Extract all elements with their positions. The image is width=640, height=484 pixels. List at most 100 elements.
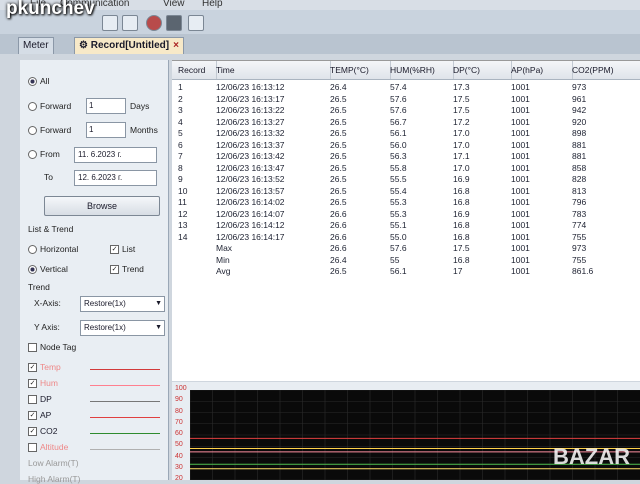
table-cell: 6 xyxy=(178,139,183,150)
radio-forward-days[interactable]: Forward xyxy=(28,101,72,112)
series-label: CO2 xyxy=(40,426,58,436)
y-tick-label: 30 xyxy=(175,463,183,471)
checkbox-node-tag[interactable]: Node Tag xyxy=(28,342,76,353)
menu-view[interactable]: View xyxy=(163,0,185,9)
table-cell: 1001 xyxy=(511,116,530,127)
y-tick-label: 50 xyxy=(175,441,183,449)
radio-all[interactable]: All xyxy=(28,76,49,87)
table-cell: 26.6 xyxy=(330,220,347,230)
settings-icon[interactable] xyxy=(188,15,204,31)
table-cell: Avg xyxy=(216,266,231,276)
table-cell: 755 xyxy=(572,254,587,265)
table-cell: 1001 xyxy=(511,139,530,150)
radio-forward-months[interactable]: Forward xyxy=(28,125,71,136)
series-label: Altitude xyxy=(40,442,69,452)
table-cell: 26.5 xyxy=(330,174,347,184)
column-header[interactable]: DP(°C) xyxy=(451,61,512,79)
table-cell: 1 xyxy=(178,82,183,92)
browse-button[interactable]: Browse xyxy=(44,196,160,216)
forward-months-stepper[interactable]: 1 xyxy=(86,122,126,138)
trend-chart: 100 90 80 70 60 50 40 30 20 BAZAR xyxy=(172,382,640,482)
table-cell: 17.5 xyxy=(453,93,470,104)
series-color-line xyxy=(90,433,160,434)
table-cell: 55.4 xyxy=(390,185,407,196)
save-icon[interactable] xyxy=(122,15,138,31)
tab-record[interactable]: ⚙ Record[Untitled] × xyxy=(74,37,184,54)
open-icon[interactable] xyxy=(102,15,118,31)
table-cell: 14 xyxy=(178,231,188,242)
table-cell: 783 xyxy=(572,208,587,219)
radio-icon xyxy=(28,150,37,160)
table-cell: 56.3 xyxy=(390,151,407,161)
table-cell: 1001 xyxy=(511,162,530,173)
tab-meter-label: Meter xyxy=(23,40,49,51)
series-row-ap[interactable]: AP xyxy=(28,410,160,425)
menu-help[interactable]: Help xyxy=(202,0,223,9)
radio-icon xyxy=(28,245,37,255)
table-cell: 26.5 xyxy=(330,116,347,127)
record-icon[interactable] xyxy=(146,15,162,31)
to-label: To xyxy=(44,172,53,182)
low-alarm-label: Low Alarm(T) xyxy=(28,458,79,468)
close-icon[interactable]: × xyxy=(173,40,179,51)
table-cell: 898 xyxy=(572,128,587,138)
stop-icon[interactable] xyxy=(166,15,182,31)
table-cell: 16.9 xyxy=(453,174,470,184)
table-cell: 12/06/23 16:13:17 xyxy=(216,93,285,104)
menu-bar: File Communication View Help xyxy=(0,0,640,10)
column-header[interactable]: TEMP(°C) xyxy=(328,61,391,79)
chevron-down-icon: ▼ xyxy=(155,324,162,331)
table-cell: 55 xyxy=(390,254,400,265)
table-cell: 26.6 xyxy=(330,243,347,253)
y-axis-label: Y Axis: xyxy=(34,322,60,332)
table-cell: 1001 xyxy=(511,82,530,92)
radio-from[interactable]: From xyxy=(28,149,60,160)
table-cell: 16.8 xyxy=(453,197,470,207)
table-cell: 858 xyxy=(572,162,587,173)
column-header[interactable]: Time xyxy=(214,61,331,79)
table-cell: 774 xyxy=(572,220,587,230)
column-header[interactable]: AP(hPa) xyxy=(509,61,573,79)
table-cell: 55.5 xyxy=(390,174,407,184)
series-row-dp[interactable]: DP xyxy=(28,394,160,409)
series-row-altitude[interactable]: Altitude xyxy=(28,442,160,457)
table-cell: 1001 xyxy=(511,254,530,265)
y-tick-label: 100 xyxy=(175,385,187,392)
from-date-field[interactable]: 11. 6.2023 г. xyxy=(74,147,157,163)
table-cell: 1001 xyxy=(511,174,530,184)
table-cell: 26.4 xyxy=(330,82,347,92)
table-cell: 1001 xyxy=(511,128,530,138)
trend-label: Trend xyxy=(122,264,144,274)
checkbox-list[interactable]: List xyxy=(110,244,135,255)
table-cell: 17.5 xyxy=(453,105,470,115)
forward-days-stepper[interactable]: 1 xyxy=(86,98,126,114)
x-axis-value: Restore(1x) xyxy=(84,299,126,308)
radio-vertical[interactable]: Vertical xyxy=(28,264,68,275)
column-header[interactable]: HUM(%RH) xyxy=(388,61,454,79)
table-cell: 55.3 xyxy=(390,197,407,207)
series-row-co2[interactable]: CO2 xyxy=(28,426,160,441)
forward-label: Forward xyxy=(40,101,72,111)
table-cell: 796 xyxy=(572,197,587,207)
table-cell: 17.0 xyxy=(453,162,470,173)
table-cell: Max xyxy=(216,243,233,253)
radio-horizontal[interactable]: Horizontal xyxy=(28,244,78,255)
series-row-hum[interactable]: Hum xyxy=(28,378,160,393)
table-cell: 1001 xyxy=(511,105,530,115)
table-cell: 26.5 xyxy=(330,128,347,138)
y-axis-select[interactable]: Restore(1x) ▼ xyxy=(80,320,165,336)
table-cell: 828 xyxy=(572,174,587,184)
series-row-temp[interactable]: Temp xyxy=(28,362,160,377)
table-cell: 973 xyxy=(572,243,587,253)
x-axis-select[interactable]: Restore(1x) ▼ xyxy=(80,296,165,312)
table-cell: 1001 xyxy=(511,243,530,253)
checkbox-icon xyxy=(28,427,37,437)
checkbox-trend[interactable]: Trend xyxy=(110,264,144,275)
to-date-field[interactable]: 12. 6.2023 г. xyxy=(74,170,157,186)
column-header[interactable]: CO2(PPM) xyxy=(570,61,640,79)
series-color-line xyxy=(90,369,160,370)
tab-meter[interactable]: Meter xyxy=(18,37,54,54)
column-header[interactable]: Record xyxy=(176,61,217,79)
table-header: Record Time TEMP(°C) HUM(%RH) DP(°C) AP(hPa) C… xyxy=(172,61,640,80)
table-cell: 26.4 xyxy=(330,254,347,265)
